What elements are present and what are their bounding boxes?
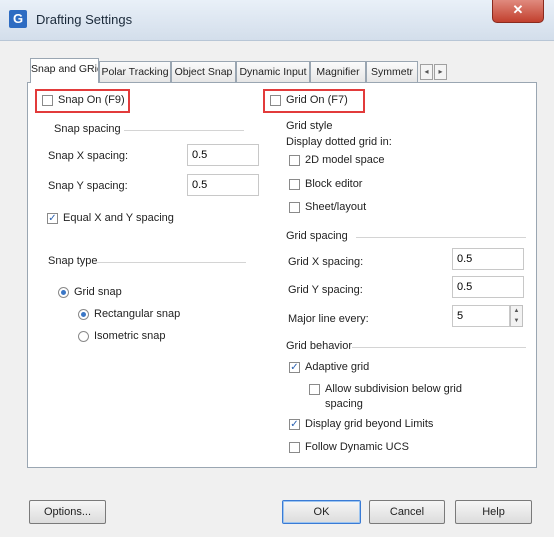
follow-ucs-checkbox[interactable]: [289, 442, 300, 453]
display-beyond-limits-label: Display grid beyond Limits: [305, 418, 434, 430]
chevron-left-icon: ◂: [424, 67, 429, 76]
group-divider: [96, 262, 246, 263]
grid-style-header: Grid style: [286, 120, 333, 132]
close-icon: ✕: [512, 2, 524, 17]
block-editor-checkbox[interactable]: [289, 179, 300, 190]
model-space-label: 2D model space: [305, 154, 385, 166]
window-title: Drafting Settings: [36, 12, 133, 27]
snap-on-checkbox[interactable]: [42, 95, 53, 106]
major-line-input[interactable]: [452, 305, 510, 327]
tab-panel: [27, 82, 537, 468]
ok-button[interactable]: OK: [282, 500, 361, 524]
snap-y-label: Snap Y spacing:: [48, 180, 128, 192]
grid-on-label: Grid On (F7): [286, 94, 348, 106]
tab-polar-tracking[interactable]: Polar Tracking: [99, 61, 171, 82]
allow-subdivision-label-cont: spacing: [325, 398, 363, 410]
app-logo-icon: G: [9, 10, 27, 28]
isometric-snap-label: Isometric snap: [94, 330, 166, 342]
close-button[interactable]: ✕: [492, 0, 544, 23]
snap-on-label: Snap On (F9): [58, 94, 125, 106]
sheet-layout-checkbox[interactable]: [289, 202, 300, 213]
display-beyond-limits-checkbox[interactable]: ✓: [289, 419, 300, 430]
tab-snap-and-grid[interactable]: Snap and GRid: [30, 58, 99, 83]
tab-scroll-right-button[interactable]: ▸: [434, 64, 447, 80]
follow-ucs-label: Follow Dynamic UCS: [305, 441, 409, 453]
model-space-checkbox[interactable]: [289, 155, 300, 166]
group-divider: [352, 347, 526, 348]
grid-x-input[interactable]: [452, 248, 524, 270]
tab-scroll-left-button[interactable]: ◂: [420, 64, 433, 80]
snap-type-header: Snap type: [48, 255, 98, 267]
grid-y-label: Grid Y spacing:: [288, 284, 363, 296]
adaptive-grid-label: Adaptive grid: [305, 361, 370, 373]
help-button[interactable]: Help: [455, 500, 532, 524]
cancel-button[interactable]: Cancel: [369, 500, 445, 524]
check-icon: ✓: [290, 419, 299, 430]
grid-on-checkbox[interactable]: [270, 95, 281, 106]
tab-magnifier[interactable]: Magnifier: [310, 61, 366, 82]
isometric-snap-radio[interactable]: [78, 331, 89, 342]
snap-x-label: Snap X spacing:: [48, 150, 129, 162]
grid-x-label: Grid X spacing:: [288, 256, 364, 268]
grid-snap-label: Grid snap: [74, 286, 122, 298]
major-line-label: Major line every:: [288, 313, 369, 325]
display-dotted-label: Display dotted grid in:: [286, 136, 392, 148]
tab-object-snap[interactable]: Object Snap: [171, 61, 236, 82]
allow-subdivision-checkbox[interactable]: [309, 384, 320, 395]
sheet-layout-label: Sheet/layout: [305, 201, 367, 213]
check-icon: ✓: [48, 213, 57, 224]
rectangular-snap-label: Rectangular snap: [94, 308, 181, 320]
allow-subdivision-label: Allow subdivision below grid: [325, 383, 462, 395]
grid-behavior-header: Grid behavior: [286, 340, 353, 352]
chevron-right-icon: ▸: [438, 67, 443, 76]
adaptive-grid-checkbox[interactable]: ✓: [289, 362, 300, 373]
equal-xy-label: Equal X and Y spacing: [63, 212, 174, 224]
block-editor-label: Block editor: [305, 178, 363, 190]
rectangular-snap-radio[interactable]: [78, 309, 89, 320]
grid-spacing-header: Grid spacing: [286, 230, 348, 242]
snap-spacing-header: Snap spacing: [54, 123, 121, 135]
equal-xy-checkbox[interactable]: ✓: [47, 213, 58, 224]
group-divider: [124, 130, 244, 131]
tab-symmetry[interactable]: Symmetr: [366, 61, 418, 82]
options-button[interactable]: Options...: [29, 500, 106, 524]
group-divider: [356, 237, 526, 238]
major-line-spinner[interactable]: ▲ ▼: [510, 305, 523, 327]
snap-x-input[interactable]: [187, 144, 259, 166]
grid-snap-radio[interactable]: [58, 287, 69, 298]
check-icon: ✓: [290, 362, 299, 373]
tab-dynamic-input[interactable]: Dynamic Input: [236, 61, 310, 82]
grid-y-input[interactable]: [452, 276, 524, 298]
snap-y-input[interactable]: [187, 174, 259, 196]
